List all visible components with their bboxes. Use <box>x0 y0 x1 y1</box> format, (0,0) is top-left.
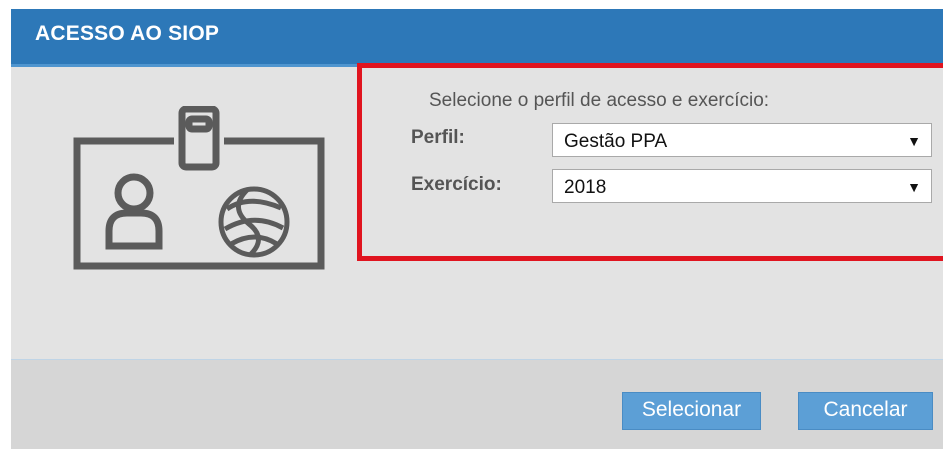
perfil-selected-value: Gestão PPA <box>564 131 668 152</box>
exercicio-select[interactable]: 2018 ▼ <box>552 169 932 203</box>
select-button[interactable]: Selecionar <box>622 392 761 430</box>
id-badge-icon <box>73 106 325 270</box>
exercicio-label: Exercício: <box>411 174 502 195</box>
dialog-titlebar: ACESSO AO SIOP <box>11 9 943 67</box>
dialog-title: ACESSO AO SIOP <box>35 22 220 45</box>
selection-prompt: Selecione o perfil de acesso e exercício… <box>429 90 770 111</box>
login-dialog: ACESSO AO SIOP Selecione o perfil de ace… <box>11 9 943 449</box>
chevron-down-icon: ▼ <box>907 133 921 149</box>
exercicio-selected-value: 2018 <box>564 177 607 198</box>
perfil-label: Perfil: <box>411 127 465 148</box>
cancel-button[interactable]: Cancelar <box>798 392 933 430</box>
chevron-down-icon: ▼ <box>907 179 921 195</box>
perfil-select[interactable]: Gestão PPA ▼ <box>552 123 932 157</box>
